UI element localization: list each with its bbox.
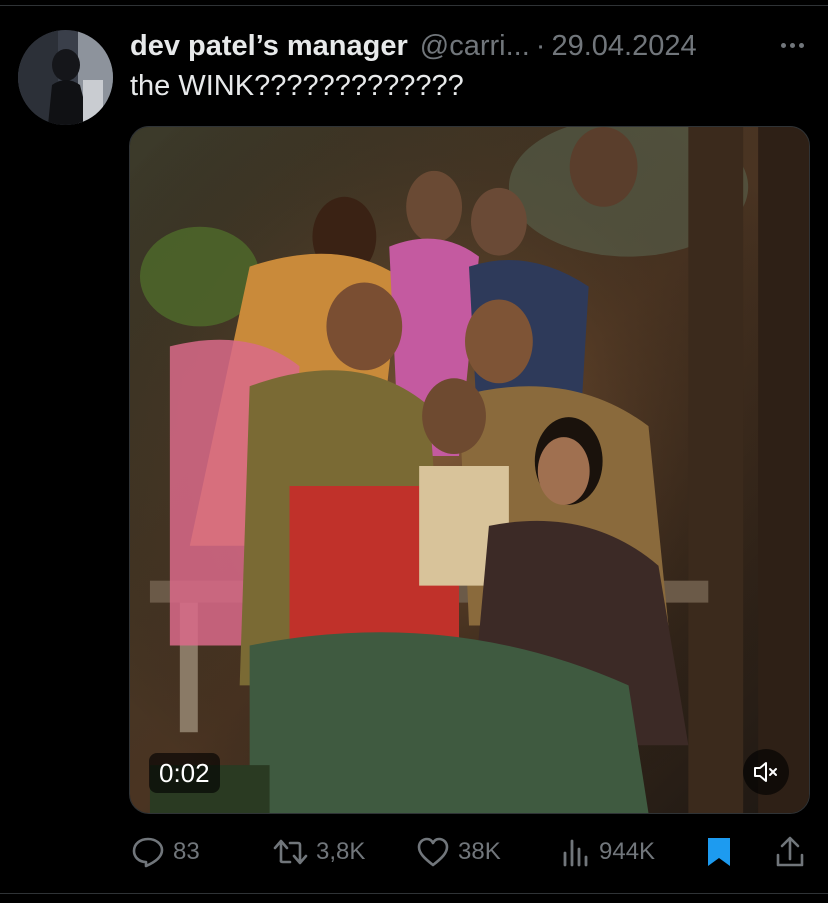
mute-glyph [754,762,777,782]
display-name[interactable]: dev patel’s manager [130,30,408,63]
views-button[interactable]: 944K [561,830,655,874]
views-icon [563,839,588,867]
avatar-image [18,30,113,125]
top-divider [0,5,828,6]
share-icon [776,836,804,867]
video-frame [130,127,809,813]
tweet-header: dev patel’s manager @carri... · 29.04.20… [130,26,697,66]
separator-dot: · [535,29,546,62]
repost-button[interactable]: 3,8K [272,830,365,874]
view-count: 944K [599,838,656,865]
user-handle[interactable]: @carri... [420,30,530,63]
reply-button[interactable]: 83 [131,830,200,874]
reply-icon [132,837,164,868]
tweet-date[interactable]: 29.04.2024 [551,30,696,63]
video-duration: 0:02 [149,753,220,793]
reply-count: 83 [173,838,200,865]
bottom-divider [0,893,828,894]
share-button[interactable] [774,830,806,874]
like-button[interactable]: 38K [416,830,501,874]
tweet-actions: 83 3,8K 38K 944K [0,830,828,874]
bookmark-button[interactable] [705,830,733,874]
video-player[interactable] [129,126,810,814]
repost-icon [273,839,308,865]
mute-icon[interactable] [743,749,789,795]
bookmark-icon [708,838,730,866]
repost-count: 3,8K [316,838,366,865]
more-icon[interactable] [772,30,812,60]
tweet-text: the WINK????????????? [130,70,464,102]
like-count: 38K [458,838,501,865]
author-avatar[interactable] [18,30,113,125]
heart-icon [417,837,449,867]
